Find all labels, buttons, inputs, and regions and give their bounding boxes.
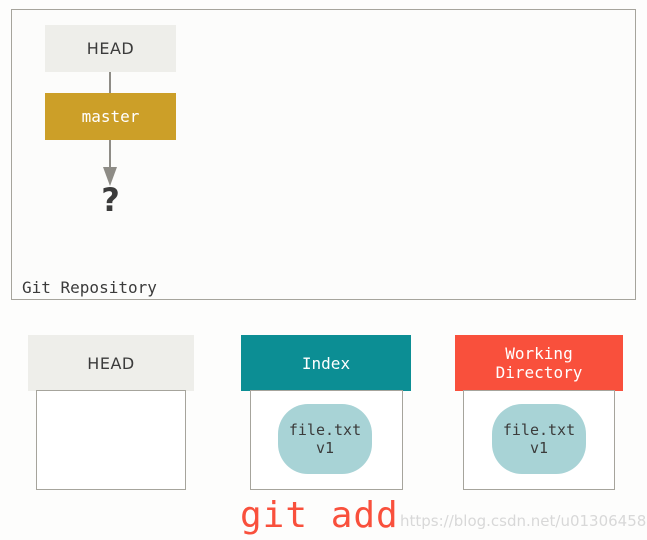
- git-repository-label: Git Repository: [22, 278, 157, 297]
- blob-index-file-name: file.txt: [288, 421, 362, 439]
- git-add-command-label: git add: [240, 495, 399, 536]
- commit-placeholder-question-mark: ?: [101, 181, 120, 219]
- area-working-directory-label: Working Directory: [495, 344, 583, 382]
- area-working-directory-header: Working Directory: [455, 335, 623, 391]
- repository-master-box: master: [45, 93, 176, 140]
- area-head: HEAD: [28, 335, 194, 490]
- repository-head-box: HEAD: [45, 25, 176, 72]
- repository-master-label: master: [81, 107, 140, 126]
- blob-working-directory-file: file.txt v1: [492, 404, 586, 474]
- blob-index-file: file.txt v1: [278, 404, 372, 474]
- master-to-commit-arrow-shaft: [109, 140, 111, 169]
- area-head-label: HEAD: [87, 353, 135, 373]
- area-index-label: Index: [301, 353, 351, 373]
- area-index-header: Index: [241, 335, 411, 391]
- blob-working-directory-file-name: file.txt: [502, 421, 576, 439]
- watermark-url: https://blog.csdn.net/u013064585: [400, 512, 647, 530]
- area-head-header: HEAD: [28, 335, 194, 391]
- diagram-canvas: Git Repository HEAD master ? HEAD Index …: [0, 0, 647, 540]
- area-head-body: [36, 390, 186, 490]
- repository-head-label: HEAD: [86, 39, 135, 58]
- blob-index-file-version: v1: [315, 439, 335, 457]
- head-to-master-connector: [109, 72, 111, 93]
- blob-working-directory-file-version: v1: [529, 439, 549, 457]
